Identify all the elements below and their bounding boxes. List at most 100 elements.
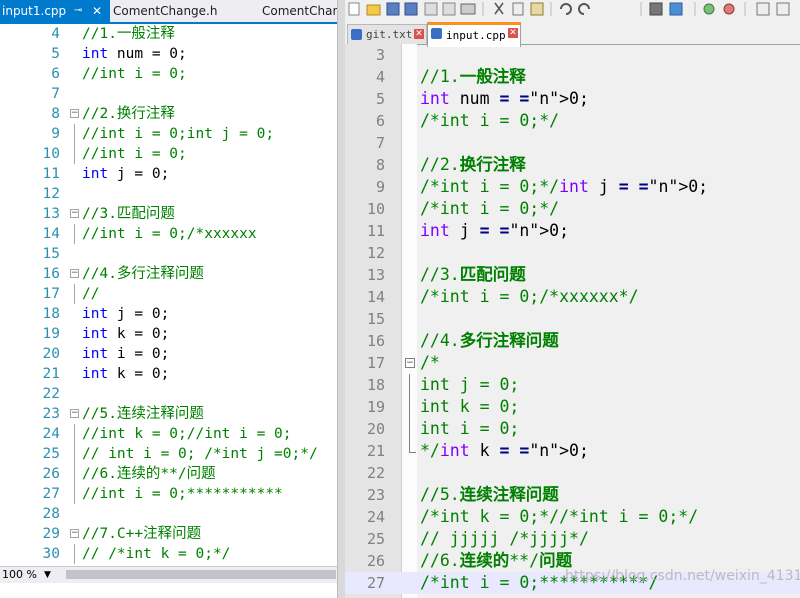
code-line[interactable]: 16 //4.多行注释问题 (345, 330, 800, 352)
code-line[interactable]: 7 (0, 84, 337, 104)
line-number: 14 (366, 288, 385, 306)
fold-toggle-icon[interactable]: − (70, 209, 79, 218)
code-line[interactable]: 18 int j = 0; (345, 374, 800, 396)
line-number: 14 (42, 226, 60, 242)
line-text: /*int i = 0;*/ (420, 111, 560, 130)
line-text: //1.一般注释 (82, 26, 175, 42)
line-number: 26 (42, 466, 60, 482)
fold-toggle-icon[interactable]: − (70, 109, 79, 118)
line-number: 26 (366, 552, 385, 570)
code-line[interactable]: 11 int j = 0; (0, 164, 337, 184)
code-line[interactable]: 9 /*int i = 0;*/int j = ="n">0; (345, 176, 800, 198)
code-line[interactable]: 15 (0, 244, 337, 264)
code-line[interactable]: 27 //int i = 0;*********** (0, 484, 337, 504)
line-text: /*int i = 0;*/int j = ="n">0; (420, 177, 709, 196)
line-text: */int k = ="n">0; (420, 441, 589, 460)
npp-toolbar (345, 0, 800, 18)
watermark: https://blog.csdn.net/weixin_41318405 (565, 568, 800, 584)
close-icon[interactable]: ✕ (508, 28, 518, 38)
code-line[interactable]: 26 //6.连续的**/问题 (0, 464, 337, 484)
code-line[interactable]: 19 int k = 0; (345, 396, 800, 418)
pin-icon[interactable]: ⊸ (74, 0, 82, 22)
code-line[interactable]: 22 (0, 384, 337, 404)
redo-icon (578, 3, 590, 15)
code-line[interactable]: 11 int j = ="n">0; (345, 220, 800, 242)
fold-guide (74, 444, 75, 464)
line-text: int j = ="n">0; (420, 221, 570, 240)
code-line[interactable]: 8 −//2.换行注释 (0, 104, 337, 124)
code-line[interactable]: 22 (345, 462, 800, 484)
code-line[interactable]: 21 int k = 0; (0, 364, 337, 384)
line-text: int i = 0; (420, 419, 520, 438)
tab-comentchange-cpp[interactable]: ComentChan (262, 0, 337, 22)
save-icon (386, 2, 400, 16)
code-line[interactable]: 25 // jjjjj /*jjjj*/ (345, 528, 800, 550)
code-line[interactable]: 5 int num = 0; (0, 44, 337, 64)
code-line[interactable]: 23 //5.连续注释问题 (345, 484, 800, 506)
fold-guide (409, 374, 410, 396)
code-line[interactable]: 16 −//4.多行注释问题 (0, 264, 337, 284)
code-line[interactable]: 8 //2.换行注释 (345, 154, 800, 176)
code-line[interactable]: 13 −//3.匹配问题 (0, 204, 337, 224)
code-line[interactable]: 3 (345, 44, 800, 66)
open-file-icon (366, 4, 381, 16)
tab-comentchange-h[interactable]: ComentChange.h (113, 0, 258, 22)
npp-code-area[interactable]: 3 4//1.一般注释 5 int num = ="n">0; 6/*int i = 0… (345, 44, 800, 598)
code-line[interactable]: 5 int num = ="n">0; (345, 88, 800, 110)
line-number: 10 (366, 200, 385, 218)
code-line[interactable]: 6 /*int i = 0;*/ (345, 110, 800, 132)
close-all-icon (442, 2, 456, 16)
code-line[interactable]: 24 /*int k = 0;*//*int i = 0;*/ (345, 506, 800, 528)
code-line[interactable]: 10 //int i = 0; (0, 144, 337, 164)
tab-input1-cpp[interactable]: input1.cpp ⊸ ✕ (0, 0, 110, 22)
fold-guide (74, 144, 75, 164)
line-number: 20 (366, 420, 385, 438)
tab-git-txt[interactable]: git.txt ✕ (347, 24, 427, 44)
code-line[interactable]: 17 −/* (345, 352, 800, 374)
code-line[interactable]: 7 (345, 132, 800, 154)
line-number: 12 (366, 244, 385, 262)
code-line[interactable]: 23 −//5.连续注释问题 (0, 404, 337, 424)
code-line[interactable]: 14 //int i = 0;/*xxxxxx (0, 224, 337, 244)
code-line[interactable]: 6 //int i = 0; (0, 64, 337, 84)
fold-toggle-icon[interactable]: − (70, 269, 79, 278)
chevron-down-icon[interactable]: ▼ (44, 567, 51, 583)
fold-toggle-icon[interactable]: − (405, 358, 415, 368)
code-line[interactable]: 29 −//7.C++注释问题 (0, 524, 337, 544)
code-line[interactable]: 24 //int k = 0;//int i = 0; (0, 424, 337, 444)
code-line[interactable]: 17 // (0, 284, 337, 304)
undo-icon (560, 3, 572, 15)
code-line[interactable]: 30 // /*int k = 0;*/ (0, 544, 337, 564)
line-text: //3.匹配问题 (82, 206, 175, 222)
code-line[interactable]: 9 //int i = 0;int j = 0; (0, 124, 337, 144)
code-line[interactable]: 20 int i = 0; (345, 418, 800, 440)
code-line[interactable]: 20 int i = 0; (0, 344, 337, 364)
code-line[interactable]: 4 //1.一般注释 (0, 24, 337, 44)
code-line[interactable]: 18 int j = 0; (0, 304, 337, 324)
code-line[interactable]: 25 // int i = 0; /*int j =0;*/ (0, 444, 337, 464)
code-line[interactable]: 10 /*int i = 0;*/ (345, 198, 800, 220)
code-line[interactable]: 13 //3.匹配问题 (345, 264, 800, 286)
close-icon[interactable]: ✕ (92, 0, 102, 22)
vs-code-area[interactable]: 4//1.一般注释 5 int num = 0; 6//int i = 0; 7 8−//… (0, 24, 337, 566)
zoom-level[interactable]: 100 % (2, 567, 37, 583)
code-line[interactable]: 28 (0, 504, 337, 524)
line-number: 17 (366, 354, 385, 372)
fold-guide (74, 424, 75, 444)
vs-bottom-bar: 100 % ▼ (0, 566, 337, 583)
sync-vertical-icon (756, 2, 770, 16)
fold-toggle-icon[interactable]: − (70, 529, 79, 538)
file-icon (351, 29, 362, 40)
fold-guide (409, 418, 410, 440)
line-text: /* (420, 353, 440, 372)
horizontal-scrollbar[interactable] (66, 570, 336, 579)
code-line[interactable]: 19 int k = 0; (0, 324, 337, 344)
code-line[interactable]: 4 //1.一般注释 (345, 66, 800, 88)
code-line[interactable]: 14 /*int i = 0;/*xxxxxx*/ (345, 286, 800, 308)
code-line[interactable]: 21 */int k = ="n">0; (345, 440, 800, 462)
code-line[interactable]: 12 (345, 242, 800, 264)
close-icon[interactable]: ✕ (414, 29, 424, 39)
code-line[interactable]: 12 (0, 184, 337, 204)
fold-toggle-icon[interactable]: − (70, 409, 79, 418)
code-line[interactable]: 15 (345, 308, 800, 330)
